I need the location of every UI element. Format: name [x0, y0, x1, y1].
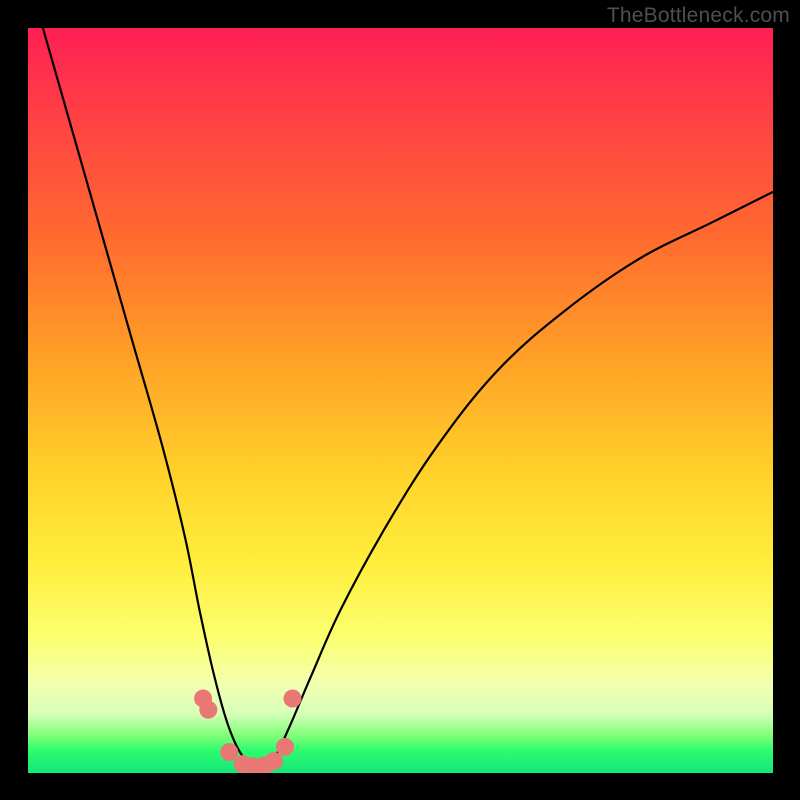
watermark-text: TheBottleneck.com [607, 4, 790, 28]
datapoint-marker [265, 752, 283, 770]
datapoint-markers [194, 690, 301, 774]
bottleneck-curve [43, 28, 773, 766]
datapoint-marker [276, 738, 294, 756]
outer-frame: TheBottleneck.com [0, 0, 800, 800]
curve-line [43, 28, 773, 766]
datapoint-marker [284, 690, 302, 708]
datapoint-marker [199, 701, 217, 719]
chart-area [28, 28, 773, 773]
chart-svg [28, 28, 773, 773]
datapoint-marker [220, 743, 238, 761]
